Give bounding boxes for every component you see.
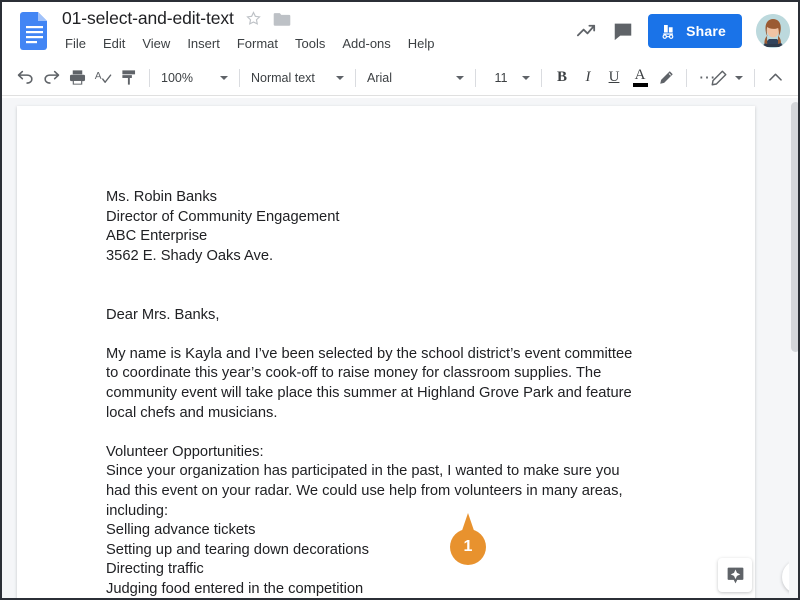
- font-size-value: 11: [494, 70, 508, 85]
- document-page[interactable]: Ms. Robin Banks Director of Community En…: [17, 106, 755, 598]
- toolbar-divider: [754, 68, 755, 87]
- pencil-icon: [711, 70, 727, 85]
- app-header: 01-select-and-edit-text File Edit View I…: [2, 2, 798, 60]
- toolbar-divider: [686, 68, 687, 87]
- doc-line: local chefs and musicians.: [106, 404, 278, 421]
- explore-diamond-icon: [727, 567, 743, 583]
- star-outline-icon[interactable]: [245, 10, 262, 27]
- bold-button[interactable]: B: [549, 65, 575, 91]
- activity-trending-icon[interactable]: [575, 20, 598, 43]
- doc-blank-line: [106, 286, 686, 306]
- google-docs-window: 01-select-and-edit-text File Edit View I…: [0, 0, 800, 600]
- toolbar-divider: [355, 68, 356, 87]
- collapse-toolbar-button[interactable]: [762, 65, 788, 91]
- header-actions: Share: [575, 2, 790, 60]
- doc-line: ABC Enterprise: [106, 228, 208, 245]
- chevron-down-icon: [220, 75, 228, 80]
- menu-item-file[interactable]: File: [65, 36, 86, 51]
- highlight-pen-icon: [660, 70, 673, 84]
- user-avatar[interactable]: [756, 14, 790, 48]
- menu-item-help[interactable]: Help: [408, 36, 435, 51]
- menu-item-tools[interactable]: Tools: [295, 36, 325, 51]
- doc-line: Dear Mrs. Banks,: [106, 306, 220, 323]
- doc-line: Selling advance tickets: [106, 522, 256, 539]
- menu-item-view[interactable]: View: [142, 36, 170, 51]
- paragraph-style-dropdown[interactable]: Normal text: [247, 65, 348, 91]
- menu-item-edit[interactable]: Edit: [103, 36, 125, 51]
- doc-blank-line: [106, 325, 686, 345]
- redo-button[interactable]: [38, 65, 64, 91]
- menu-item-format[interactable]: Format: [237, 36, 278, 51]
- menu-item-add-ons[interactable]: Add-ons: [342, 36, 390, 51]
- comment-icon[interactable]: [612, 20, 634, 42]
- share-button-label: Share: [686, 23, 726, 39]
- italic-button[interactable]: I: [575, 65, 601, 91]
- chevron-up-icon: [768, 73, 782, 81]
- menu-bar: File Edit View Insert Format Tools Add-o…: [65, 36, 435, 51]
- toolbar-right-group: [706, 65, 788, 91]
- underline-label: U: [608, 69, 620, 85]
- doc-blank-line: [106, 423, 686, 443]
- toolbar-divider: [239, 68, 240, 87]
- italic-label: I: [585, 69, 591, 85]
- underline-button[interactable]: U: [601, 65, 627, 91]
- document-canvas: Ms. Robin Banks Director of Community En…: [2, 98, 798, 598]
- doc-line: had this event on your radar. We could u…: [106, 482, 623, 499]
- paint-format-button[interactable]: [116, 65, 142, 91]
- doc-line: to coordinate this year’s cook-off to ra…: [106, 365, 602, 382]
- text-color-swatch: [632, 82, 648, 87]
- doc-line: including:: [106, 502, 169, 519]
- menu-item-insert[interactable]: Insert: [187, 36, 220, 51]
- google-docs-icon[interactable]: [20, 12, 50, 50]
- spellcheck-button[interactable]: A: [90, 65, 116, 91]
- doc-line: Judging food entered in the competition: [106, 580, 364, 597]
- doc-line: Ms. Robin Banks: [106, 189, 218, 205]
- doc-line: Director of Community Engagement: [106, 208, 340, 225]
- doc-line: Since your organization has participated…: [106, 463, 620, 480]
- chevron-down-icon: [456, 75, 464, 80]
- vertical-scrollbar-track[interactable]: [789, 98, 798, 598]
- chevron-down-icon: [336, 75, 344, 80]
- doc-blank-line: [106, 266, 686, 286]
- font-family-value: Arial: [367, 70, 393, 85]
- document-title[interactable]: 01-select-and-edit-text: [62, 8, 234, 29]
- print-button[interactable]: [64, 65, 90, 91]
- doc-line: Directing traffic: [106, 561, 204, 578]
- edit-mode-dropdown[interactable]: [706, 65, 747, 91]
- toolbar-divider: [475, 68, 476, 87]
- text-color-label: A: [634, 66, 646, 83]
- zoom-value: 100%: [161, 70, 193, 85]
- bold-label: B: [556, 69, 567, 85]
- formatting-toolbar: A 100% Normal text Arial 11 B I U A ⋯: [2, 60, 798, 96]
- doc-line: Setting up and tearing down decorations: [106, 541, 369, 558]
- doc-line: 3562 E. Shady Oaks Ave.: [106, 247, 274, 264]
- explore-button[interactable]: [718, 558, 752, 592]
- paragraph-style-value: Normal text: [251, 70, 315, 85]
- highlight-button[interactable]: [653, 65, 679, 91]
- svg-text:A: A: [94, 71, 101, 82]
- chevron-down-icon: [522, 75, 530, 80]
- document-title-row: 01-select-and-edit-text: [62, 8, 291, 29]
- folder-icon[interactable]: [273, 11, 291, 27]
- share-button[interactable]: Share: [648, 14, 742, 48]
- doc-line: community event will take place this sum…: [106, 384, 632, 401]
- lock-share-icon: [662, 25, 674, 39]
- doc-line: My name is Kayla and I’ve been selected …: [106, 345, 633, 362]
- font-family-dropdown[interactable]: Arial: [363, 65, 468, 91]
- chevron-down-icon: [735, 75, 743, 80]
- doc-line: Volunteer Opportunities:: [106, 443, 264, 460]
- font-size-dropdown[interactable]: 11: [483, 65, 534, 91]
- text-color-button[interactable]: A: [627, 65, 653, 91]
- undo-button[interactable]: [12, 65, 38, 91]
- toolbar-divider: [541, 68, 542, 87]
- toolbar-divider: [149, 68, 150, 87]
- document-body[interactable]: Ms. Robin Banks Director of Community En…: [106, 188, 686, 598]
- vertical-scrollbar-thumb[interactable]: [791, 102, 798, 352]
- zoom-dropdown[interactable]: 100%: [157, 65, 232, 91]
